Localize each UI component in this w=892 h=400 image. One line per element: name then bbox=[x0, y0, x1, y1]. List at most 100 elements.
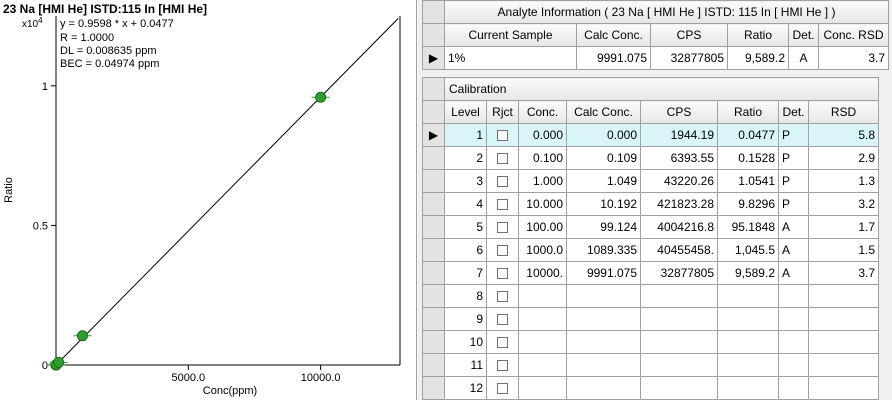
cell-rsd[interactable] bbox=[808, 307, 879, 331]
row-selector[interactable] bbox=[422, 353, 445, 377]
current-sample-row[interactable]: ▶ 1% 9991.075 32877805 9,589.2 A 3.7 bbox=[422, 46, 889, 70]
cell-cps[interactable]: 40455458. bbox=[640, 238, 718, 262]
cell-level[interactable]: 1 bbox=[444, 123, 487, 147]
cell-cps[interactable] bbox=[640, 376, 718, 400]
cell-conc[interactable]: 10000. bbox=[518, 261, 567, 285]
cell-rjct[interactable] bbox=[486, 146, 519, 170]
col-det[interactable]: Det. bbox=[788, 23, 819, 47]
cell-ratio[interactable] bbox=[717, 376, 779, 400]
cell-ratio[interactable]: 9,589.2 bbox=[717, 261, 779, 285]
cell-det[interactable]: A bbox=[778, 215, 809, 239]
cell-conc[interactable]: 100.00 bbox=[518, 215, 567, 239]
cell-conc[interactable] bbox=[518, 376, 567, 400]
cell-det[interactable]: P bbox=[778, 146, 809, 170]
cell-cps[interactable] bbox=[640, 307, 718, 331]
cell-ratio[interactable]: 0.0477 bbox=[717, 123, 779, 147]
row-selector[interactable] bbox=[422, 146, 445, 170]
cell-calc-conc[interactable] bbox=[566, 353, 641, 377]
col-ratio[interactable]: Ratio bbox=[717, 100, 779, 124]
cell-rjct[interactable] bbox=[486, 261, 519, 285]
cell-ratio[interactable]: 0.1528 bbox=[717, 146, 779, 170]
cell-level[interactable]: 10 bbox=[444, 330, 487, 354]
cell-rjct[interactable] bbox=[486, 169, 519, 193]
cell-det[interactable]: A bbox=[778, 261, 809, 285]
cell-rsd[interactable] bbox=[808, 376, 879, 400]
cell-level[interactable]: 8 bbox=[444, 284, 487, 308]
calibration-row[interactable]: 4 10.000 10.192 421823.28 9.8296 P 3.2 bbox=[422, 192, 879, 216]
cell-level[interactable]: 4 bbox=[444, 192, 487, 216]
cell-ratio[interactable]: 9.8296 bbox=[717, 192, 779, 216]
cell-level[interactable]: 5 bbox=[444, 215, 487, 239]
cell-det[interactable] bbox=[778, 307, 809, 331]
col-cps[interactable]: CPS bbox=[640, 100, 718, 124]
sample-ratio[interactable]: 9,589.2 bbox=[727, 46, 789, 70]
cell-det[interactable]: A bbox=[778, 238, 809, 262]
calibration-row[interactable]: 3 1.000 1.049 43220.26 1.0541 P 1.3 bbox=[422, 169, 879, 193]
cell-det[interactable]: P bbox=[778, 192, 809, 216]
cell-conc[interactable] bbox=[518, 353, 567, 377]
col-rjct[interactable]: Rjct bbox=[486, 100, 519, 124]
calibration-row[interactable]: ▶ 1 0.000 0.000 1944.19 0.0477 P 5.8 bbox=[422, 123, 879, 147]
cell-cps[interactable]: 421823.28 bbox=[640, 192, 718, 216]
col-conc[interactable]: Conc. bbox=[518, 100, 567, 124]
cell-rjct[interactable] bbox=[486, 238, 519, 262]
cell-conc[interactable] bbox=[518, 284, 567, 308]
cell-calc-conc[interactable]: 99.124 bbox=[566, 215, 641, 239]
sample-conc-rsd[interactable]: 3.7 bbox=[818, 46, 889, 70]
row-selector[interactable] bbox=[422, 215, 445, 239]
cell-calc-conc[interactable]: 10.192 bbox=[566, 192, 641, 216]
cell-det[interactable] bbox=[778, 353, 809, 377]
cell-rsd[interactable]: 1.3 bbox=[808, 169, 879, 193]
cell-rjct[interactable] bbox=[486, 353, 519, 377]
row-selector[interactable]: ▶ bbox=[422, 123, 445, 147]
calibration-row[interactable]: 6 1000.0 1089.335 40455458. 1,045.5 A 1.5 bbox=[422, 238, 879, 262]
cell-conc[interactable]: 0.000 bbox=[518, 123, 567, 147]
row-selector-arrow[interactable]: ▶ bbox=[422, 46, 445, 70]
cell-ratio[interactable] bbox=[717, 307, 779, 331]
cell-level[interactable]: 11 bbox=[444, 353, 487, 377]
col-ratio[interactable]: Ratio bbox=[727, 23, 789, 47]
cell-conc[interactable]: 1.000 bbox=[518, 169, 567, 193]
cell-rsd[interactable]: 2.9 bbox=[808, 146, 879, 170]
cell-rsd[interactable] bbox=[808, 330, 879, 354]
cell-calc-conc[interactable] bbox=[566, 284, 641, 308]
cell-calc-conc[interactable] bbox=[566, 376, 641, 400]
reject-checkbox[interactable] bbox=[497, 360, 508, 372]
cell-ratio[interactable]: 1,045.5 bbox=[717, 238, 779, 262]
calibration-chart-panel[interactable]: 23 Na [HMI He] ISTD:115 In [HMI He] x104… bbox=[0, 0, 417, 400]
cell-det[interactable] bbox=[778, 330, 809, 354]
cell-level[interactable]: 9 bbox=[444, 307, 487, 331]
cell-ratio[interactable]: 1.0541 bbox=[717, 169, 779, 193]
cell-rsd[interactable]: 1.7 bbox=[808, 215, 879, 239]
row-selector[interactable] bbox=[422, 169, 445, 193]
cell-rjct[interactable] bbox=[486, 123, 519, 147]
cell-conc[interactable]: 1000.0 bbox=[518, 238, 567, 262]
calibration-row[interactable]: 5 100.00 99.124 4004216.8 95.1848 A 1.7 bbox=[422, 215, 879, 239]
calibration-row[interactable]: 8 bbox=[422, 284, 879, 308]
cell-rjct[interactable] bbox=[486, 215, 519, 239]
reject-checkbox[interactable] bbox=[497, 337, 508, 349]
cell-det[interactable]: P bbox=[778, 169, 809, 193]
row-selector[interactable] bbox=[422, 376, 445, 400]
calibration-row[interactable]: 12 bbox=[422, 376, 879, 400]
reject-checkbox[interactable] bbox=[497, 199, 508, 211]
col-rsd[interactable]: RSD bbox=[808, 100, 879, 124]
cell-det[interactable] bbox=[778, 284, 809, 308]
cell-conc[interactable]: 0.100 bbox=[518, 146, 567, 170]
sample-det[interactable]: A bbox=[788, 46, 819, 70]
col-level[interactable]: Level bbox=[444, 100, 487, 124]
cell-det[interactable] bbox=[778, 376, 809, 400]
cell-rjct[interactable] bbox=[486, 330, 519, 354]
calibration-row[interactable]: 7 10000. 9991.075 32877805 9,589.2 A 3.7 bbox=[422, 261, 879, 285]
cell-level[interactable]: 3 bbox=[444, 169, 487, 193]
cell-rsd[interactable]: 1.5 bbox=[808, 238, 879, 262]
cell-rsd[interactable]: 3.7 bbox=[808, 261, 879, 285]
cell-calc-conc[interactable]: 0.109 bbox=[566, 146, 641, 170]
sample-name[interactable]: 1% bbox=[444, 46, 577, 70]
cell-level[interactable]: 6 bbox=[444, 238, 487, 262]
row-selector[interactable] bbox=[422, 284, 445, 308]
cell-conc[interactable] bbox=[518, 307, 567, 331]
cell-cps[interactable] bbox=[640, 284, 718, 308]
sample-calc-conc[interactable]: 9991.075 bbox=[576, 46, 651, 70]
reject-checkbox[interactable] bbox=[497, 291, 508, 303]
